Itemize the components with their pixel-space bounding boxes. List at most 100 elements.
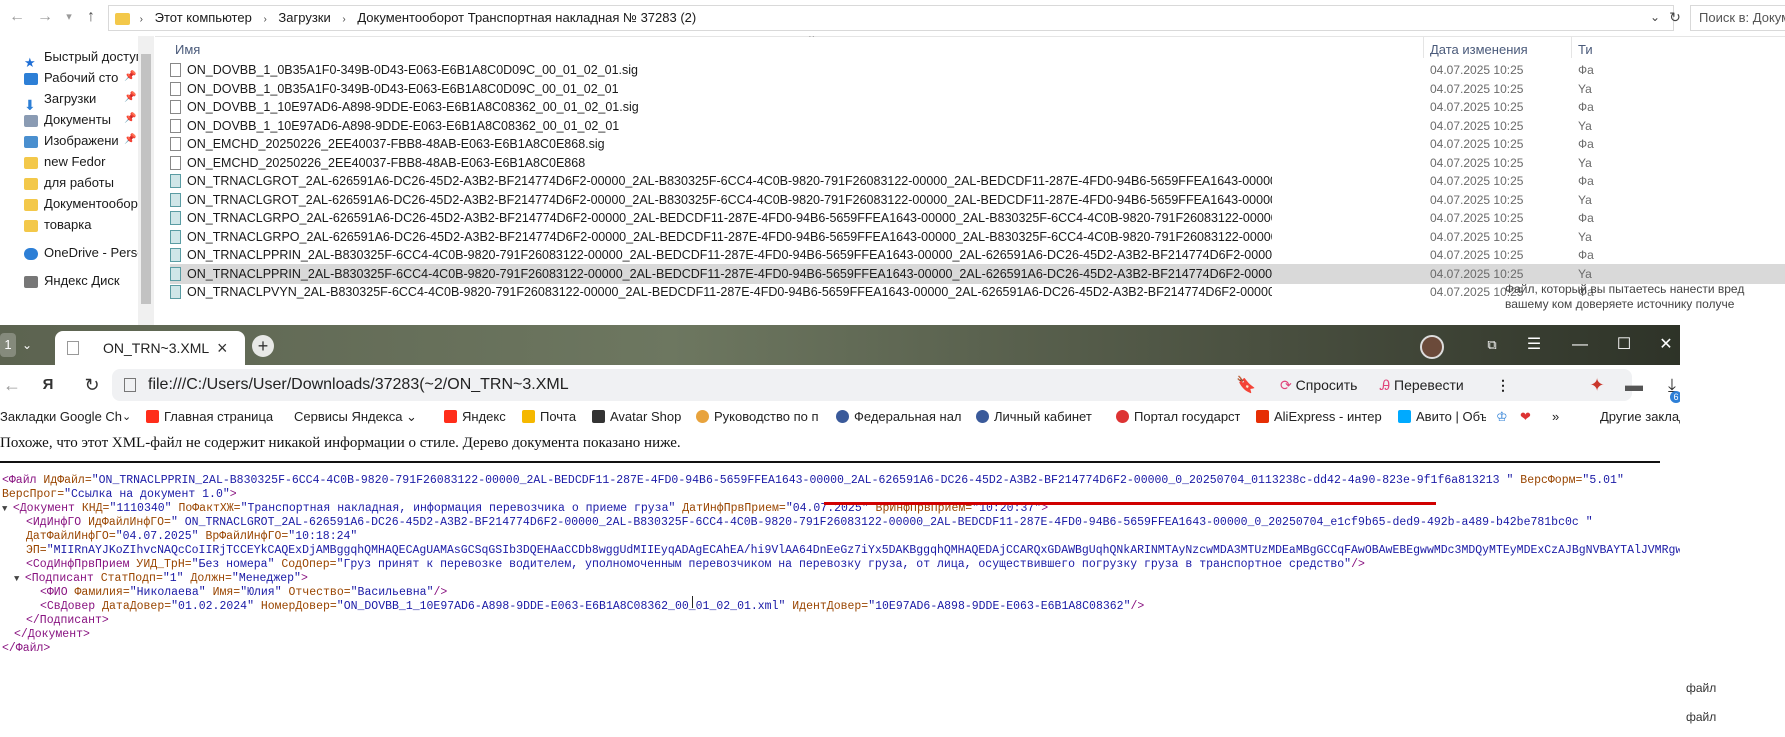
nav-folder[interactable]: товарка	[24, 214, 139, 236]
file-row[interactable]: ON_TRNACLGRPO_2AL-626591A6-DC26-45D2-A3B…	[170, 227, 1785, 247]
bookmark-item[interactable]: Авито | Объ	[1398, 405, 1486, 429]
translate-button[interactable]: Ꭿ Перевести	[1372, 373, 1472, 397]
more-icon[interactable]: ⋮	[1488, 373, 1518, 397]
pin-icon[interactable]: 📌	[124, 71, 136, 82]
maximize-icon[interactable]: ☐	[1610, 333, 1638, 357]
collections-icon[interactable]: ⧉	[1478, 333, 1506, 357]
nav-label: Документообор	[44, 196, 138, 211]
close-tab-icon[interactable]: ×	[217, 331, 228, 365]
close-window-icon[interactable]: ✕	[1652, 333, 1680, 357]
yandex-icon[interactable]: Я	[36, 373, 60, 397]
nav-documents[interactable]: Документы	[24, 109, 139, 131]
back-arrow-icon[interactable]: ←	[0, 373, 24, 397]
bookmark-item[interactable]: AliExpress - интер	[1256, 405, 1386, 429]
extension-icon[interactable]: ♔	[1496, 405, 1512, 429]
bookmark-label: Яндекс	[462, 409, 506, 424]
file-row[interactable]: ON_TRNACLGROT_2AL-626591A6-DC26-45D2-A3B…	[170, 171, 1785, 191]
nav-yandex-disk[interactable]: Яндекс Диск	[24, 270, 139, 292]
forward-arrow-icon[interactable]: →	[34, 6, 56, 28]
nav-onedrive[interactable]: OneDrive - Perso	[24, 242, 139, 264]
ask-button[interactable]: ⟳ Спросить	[1272, 373, 1365, 397]
navigation-pane: ★ Быстрый доступ Рабочий сто 📌 ⬇ Загрузки …	[0, 36, 155, 340]
nav-folder[interactable]: для работы	[24, 172, 139, 194]
gosuslugi-icon	[1116, 410, 1129, 423]
file-type: Ya	[1578, 229, 1592, 244]
avatar[interactable]	[1420, 335, 1444, 359]
yandex-icon	[444, 410, 457, 423]
breadcrumb-item[interactable]: Документооборот Транспортная накладная №…	[351, 6, 702, 30]
extension-icon[interactable]: ✦	[1585, 373, 1609, 397]
breadcrumb-item[interactable]: Загрузки	[272, 6, 336, 30]
tab-active[interactable]: ON_TRN~3.XML ×	[55, 331, 245, 365]
menu-icon[interactable]: ☰	[1520, 333, 1548, 357]
file-row[interactable]: ON_TRNACLGRPO_2AL-626591A6-DC26-45D2-A3B…	[170, 208, 1785, 228]
column-header-name[interactable]: Имя	[175, 42, 200, 57]
bookmark-label: Портал государст	[1134, 409, 1240, 424]
file-row[interactable]: ON_TRNACLGROT_2AL-626591A6-DC26-45D2-A3B…	[170, 190, 1785, 210]
attr-otchestvo: Васильевна	[357, 586, 427, 599]
pin-icon[interactable]: 📌	[124, 113, 136, 124]
column-header-type[interactable]: Ти	[1578, 42, 1593, 57]
bookmark-item[interactable]: Закладки Google Ch	[0, 405, 122, 429]
breadcrumb-item[interactable]: Этот компьютер	[149, 6, 258, 30]
pin-icon[interactable]: 📌	[124, 134, 136, 145]
file-row[interactable]: ON_DOVBB_1_10E97AD6-A898-9DDE-E063-E6B1A…	[170, 97, 1785, 117]
bookmark-item[interactable]: Avatar Shop	[592, 405, 692, 429]
xml-line-id-info: <ИдИнфГО ИдФайлИнфГО=" ON_TRNACLGROT_2AL…	[26, 516, 1593, 529]
search-input[interactable]: Поиск в: Докум	[1690, 5, 1785, 31]
address-dropdown-icon[interactable]: ⌄	[1644, 6, 1666, 28]
refresh-icon[interactable]: ↻	[1664, 6, 1686, 28]
bookmark-label: Федеральная нал	[854, 409, 962, 424]
column-header-date[interactable]: Дата изменения	[1430, 42, 1528, 57]
bookmark-label: AliExpress - интер	[1274, 409, 1382, 424]
bookmark-item[interactable]: Личный кабинет	[976, 405, 1094, 429]
chevron-down-icon[interactable]: ⌄	[122, 405, 138, 429]
pin-icon[interactable]: 📌	[124, 92, 136, 103]
recent-dropdown-icon[interactable]: ▾	[58, 6, 80, 28]
nav-quick-access[interactable]: ★ Быстрый доступ	[24, 46, 139, 68]
collapse-triangle-icon[interactable]: ▼	[14, 574, 25, 584]
nav-folder[interactable]: Документообор	[24, 193, 139, 215]
file-name: ON_DOVBB_1_10E97AD6-A898-9DDE-E063-E6B1A…	[187, 118, 620, 133]
scroll-thumb[interactable]	[141, 54, 151, 304]
bookmark-item[interactable]: Руководство по п	[696, 405, 824, 429]
bookmark-label: Avatar Shop	[610, 409, 682, 424]
xml-line-podpisant[interactable]: ▼ <Подписант СтатПодп="1" Должн="Менедже…	[14, 572, 308, 586]
bookmark-item[interactable]: Федеральная нал	[836, 405, 962, 429]
file-row[interactable]: ON_DOVBB_1_0B35A1F0-349B-0D43-E063-E6B1A…	[170, 60, 1785, 80]
minimize-icon[interactable]: —	[1566, 333, 1594, 357]
nav-pictures[interactable]: Изображени	[24, 130, 139, 152]
up-arrow-icon[interactable]: ↑	[80, 6, 102, 28]
bookmark-item[interactable]: Сервисы Яндекса ⌄	[294, 405, 434, 429]
extension-icon[interactable]: ▬	[1622, 373, 1646, 397]
nav-downloads[interactable]: ⬇ Загрузки	[24, 88, 139, 110]
nav-folder[interactable]: new Fedor	[24, 151, 139, 173]
other-bookmarks[interactable]: Другие закладки	[1600, 405, 1680, 429]
bookmark-item[interactable]: Яндекс	[444, 405, 520, 429]
file-row[interactable]: ON_EMCHD_20250226_2EE40037-FBB8-48AB-E06…	[170, 134, 1785, 154]
file-type: Ya	[1578, 81, 1592, 96]
file-row[interactable]: ON_DOVBB_1_10E97AD6-A898-9DDE-E063-E6B1A…	[170, 116, 1785, 136]
more-bookmarks-icon[interactable]: »	[1552, 405, 1568, 429]
bookmark-item[interactable]: Главная страница	[146, 405, 282, 429]
bookmark-item[interactable]: Портал государст	[1116, 405, 1240, 429]
file-row[interactable]: ON_TRNACLPPRIN_2AL-B830325F-6CC4-4C0B-98…	[170, 263, 1785, 284]
tab-title: ON_TRN~3.XML	[103, 340, 210, 356]
heart-icon[interactable]: ❤	[1520, 405, 1536, 429]
nav-desktop[interactable]: Рабочий сто	[24, 67, 139, 89]
back-arrow-icon[interactable]: ←	[6, 6, 28, 28]
url-bar[interactable]: file:///C:/Users/User/Downloads/37283(~2…	[112, 369, 1632, 401]
refresh-icon[interactable]: ↻	[80, 373, 104, 397]
file-row[interactable]: ON_TRNACLPPRIN_2AL-B830325F-6CC4-4C0B-98…	[170, 245, 1785, 265]
tab-count-button[interactable]: 1	[0, 333, 16, 357]
file-row[interactable]: ON_EMCHD_20250226_2EE40037-FBB8-48AB-E06…	[170, 153, 1785, 173]
breadcrumb[interactable]: › Этот компьютер › Загрузки › Документоо…	[108, 5, 1674, 31]
bookmark-icon[interactable]: 🔖	[1236, 375, 1256, 395]
bookmark-item[interactable]: Почта	[522, 405, 586, 429]
new-tab-button[interactable]: +	[252, 335, 274, 357]
url-text[interactable]: file:///C:/Users/User/Downloads/37283(~2…	[148, 369, 569, 401]
tabs-dropdown-icon[interactable]: ⌄	[22, 333, 32, 357]
collapse-triangle-icon[interactable]: ▼	[2, 504, 13, 514]
file-row[interactable]: ON_DOVBB_1_0B35A1F0-349B-0D43-E063-E6B1A…	[170, 79, 1785, 99]
nav-scrollbar[interactable]	[138, 36, 154, 340]
